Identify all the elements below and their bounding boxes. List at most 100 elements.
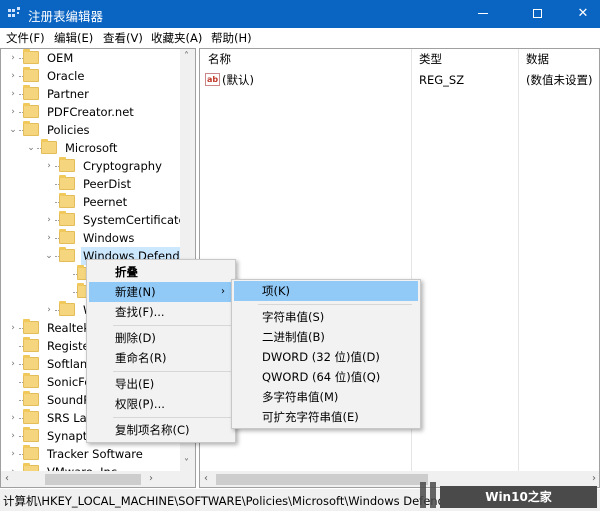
tree-item-label: Partner [47,87,89,101]
value-data: (数值未设置) [526,73,593,87]
scroll-left-icon[interactable]: ‹ [204,473,208,484]
menu-item-new[interactable]: 新建(N) › [89,282,233,302]
chevron-right-icon[interactable]: › [7,409,19,427]
value-row[interactable]: ab (默认) REG_SZ (数值未设置) [200,71,599,89]
folder-icon [23,445,39,460]
tree-item[interactable]: › Tracker Software [7,445,187,463]
menu-separator [113,417,231,418]
folder-icon [23,427,39,442]
menu-favorites[interactable]: 收藏夹(A) [151,30,202,46]
title-bar: 注册表编辑器 ✕ [0,0,600,28]
scroll-down-icon[interactable]: ˅ [184,458,189,469]
chevron-right-icon[interactable]: › [7,103,19,121]
tree-item[interactable]: › SystemCertificates [43,211,195,229]
folder-icon [23,49,39,64]
chevron-right-icon[interactable]: › [7,445,19,463]
menu-item-label: 折叠 [115,265,138,279]
scroll-left-icon[interactable]: ‹ [5,473,9,484]
tree-item-label: Microsoft [65,141,118,155]
menu-item-label: QWORD (64 位)值(Q) [262,370,381,384]
menu-item-permissions[interactable]: 权限(P)... [89,394,233,414]
column-header-type[interactable]: 类型 [419,49,442,71]
chevron-right-icon[interactable]: › [43,157,55,175]
menu-item-label: 多字符串值(M) [262,390,339,404]
menu-item-export[interactable]: 导出(E) [89,374,233,394]
submenu-arrow-icon: › [221,286,225,297]
menu-item-rename[interactable]: 重命名(R) [89,348,233,368]
scroll-thumb[interactable] [216,474,428,485]
menu-item-find[interactable]: 查找(F)... [89,302,233,322]
menu-item-collapse[interactable]: 折叠 [89,262,233,282]
tree-item[interactable]: PeerDist [43,175,195,193]
chevron-right-icon[interactable]: › [7,427,19,445]
menu-separator [258,304,412,305]
submenu-item-expandable-string-value[interactable]: 可扩充字符串值(E) [234,407,418,427]
tree-item[interactable]: ⌄ Microsoft [25,139,195,157]
menu-item-copy-key-name[interactable]: 复制项名称(C) [89,420,233,440]
submenu-item-key[interactable]: 项(K) [234,281,418,301]
menu-item-label: 权限(P)... [115,397,165,411]
close-icon: ✕ [577,6,589,21]
menu-bar: 文件(F) 编辑(E) 查看(V) 收藏夹(A) 帮助(H) [0,28,600,48]
menu-item-label: 删除(D) [115,331,156,345]
menu-edit[interactable]: 编辑(E) [54,30,93,46]
scroll-thumb[interactable] [45,474,141,485]
tree-item-label: Realtek [47,321,91,335]
menu-item-label: 可扩充字符串值(E) [262,410,359,424]
submenu-item-dword-value[interactable]: DWORD (32 位)值(D) [234,347,418,367]
close-button[interactable]: ✕ [560,0,600,28]
tree-horizontal-scrollbar[interactable]: ‹ › [1,471,195,487]
folder-icon [23,355,39,370]
menu-item-label: 复制项名称(C) [115,423,190,437]
menu-item-delete[interactable]: 删除(D) [89,328,233,348]
folder-icon [23,391,39,406]
folder-icon [59,175,75,190]
maximize-button[interactable] [514,0,560,28]
menu-help[interactable]: 帮助(H) [211,30,252,46]
tree-item[interactable]: ⌄ Policies [7,121,187,139]
menu-separator [113,325,231,326]
menu-item-label: 新建(N) [115,285,156,299]
tree-item-label: PDFCreator.net [47,105,134,119]
tree-item-label: Windows [83,231,135,245]
chevron-right-icon[interactable]: › [7,49,19,67]
tree-item[interactable]: › Cryptography [43,157,195,175]
chevron-down-icon[interactable]: ⌄ [43,247,55,265]
scroll-up-icon[interactable]: ˄ [184,51,189,62]
submenu-item-string-value[interactable]: 字符串值(S) [234,307,418,327]
tree-item[interactable]: › Partner [7,85,187,103]
chevron-right-icon[interactable]: › [43,301,55,319]
folder-icon [23,409,39,424]
menu-view[interactable]: 查看(V) [103,30,143,46]
tree-item[interactable]: › Oracle [7,67,187,85]
menu-file[interactable]: 文件(F) [6,30,45,46]
scroll-right-icon[interactable]: › [149,473,153,484]
tree-item[interactable]: Peernet [43,193,195,211]
minimize-button[interactable] [460,0,506,28]
tree-item[interactable]: › Windows [43,229,195,247]
submenu-item-qword-value[interactable]: QWORD (64 位)值(Q) [234,367,418,387]
chevron-right-icon[interactable]: › [43,211,55,229]
menu-item-label: 二进制值(B) [262,330,325,344]
column-header-name[interactable]: 名称 [208,49,231,71]
chevron-down-icon[interactable]: ⌄ [25,139,37,157]
scroll-right-icon[interactable]: › [592,473,596,484]
menu-item-label: 重命名(R) [115,351,167,365]
chevron-right-icon[interactable]: › [43,229,55,247]
menu-separator [113,371,231,372]
tree-item[interactable]: › OEM [7,49,187,67]
tree-item[interactable]: › PDFCreator.net [7,103,187,121]
tree-item-label: Oracle [47,69,85,83]
submenu-item-multi-string-value[interactable]: 多字符串值(M) [234,387,418,407]
value-type: REG_SZ [419,73,465,87]
chevron-right-icon[interactable]: › [7,319,19,337]
chevron-right-icon[interactable]: › [7,355,19,373]
column-divider[interactable] [518,49,519,471]
chevron-right-icon[interactable]: › [7,85,19,103]
chevron-right-icon[interactable]: › [7,67,19,85]
chevron-down-icon[interactable]: ⌄ [7,121,19,139]
submenu-item-binary-value[interactable]: 二进制值(B) [234,327,418,347]
tree-item-label: Cryptography [83,159,162,173]
column-header-data[interactable]: 数据 [526,49,549,71]
value-name: (默认) [222,73,254,87]
